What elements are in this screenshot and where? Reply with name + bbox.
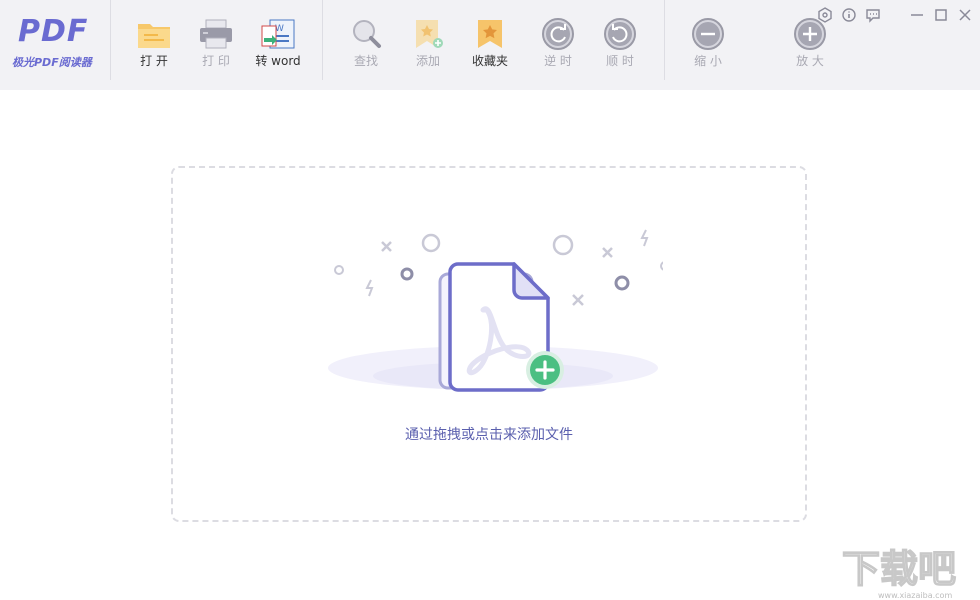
favorites-label: 收藏夹 [471,54,508,68]
bookmark-star-icon [478,20,502,48]
site-watermark: 下载吧 www.xiazaiba.com [841,546,956,600]
add-bookmark-button[interactable]: 添加 [400,16,456,76]
favorites-button[interactable]: 收藏夹 [462,16,518,76]
minimize-icon[interactable] [908,6,926,24]
file-drop-zone[interactable]: 通过拖拽或点击来添加文件 [171,166,807,522]
logo-mark: PDF [18,14,89,49]
watermark-text: 下载吧 [842,547,956,591]
toolbar-divider [322,0,323,80]
zoom-out-button[interactable]: 缩 小 [680,16,736,76]
rotate-ccw-icon [542,18,574,50]
zoom-in-button[interactable]: 放 大 [782,16,838,76]
rotate-cw-icon [604,18,636,50]
feedback-icon[interactable] [864,6,882,24]
print-label: 打 印 [202,54,230,68]
toolbar-divider [110,0,111,80]
to-word-button[interactable]: W 转 word [250,16,306,76]
info-icon[interactable] [840,6,858,24]
toolbar-divider [664,0,665,80]
folder-icon [138,24,170,48]
to-word-label: 转 word [255,54,301,68]
word-convert-icon: W [261,19,295,49]
rotate-ccw-button[interactable]: 逆 时 [530,16,586,76]
magnifier-icon [353,20,381,48]
zoom-out-label: 缩 小 [694,54,722,68]
toolbar: PDF 极光PDF阅读器 打 开 打 印 W 转 word 查找 添加 收藏夹 … [0,0,980,90]
app-logo: PDF 极光PDF阅读器 [10,14,102,74]
settings-icon[interactable] [816,6,834,24]
logo-name: 极光PDF阅读器 [12,56,92,69]
minus-circle-icon [692,18,724,50]
open-button[interactable]: 打 开 [126,16,182,76]
find-button[interactable]: 查找 [338,16,394,76]
add-file-illustration [328,229,663,392]
open-label: 打 开 [140,54,168,68]
watermark-url: www.xiazaiba.com [878,591,952,600]
drop-zone-hint: 通过拖拽或点击来添加文件 [405,427,573,443]
rotate-cw-button[interactable]: 顺 时 [592,16,648,76]
maximize-icon[interactable] [932,6,950,24]
rotate-ccw-label: 逆 时 [544,54,572,68]
add-bookmark-icon [416,20,443,48]
find-label: 查找 [353,54,378,68]
printer-icon [200,19,232,49]
close-icon[interactable] [956,6,974,24]
add-bookmark-label: 添加 [415,54,440,68]
rotate-cw-label: 顺 时 [606,54,634,68]
zoom-in-label: 放 大 [796,54,824,68]
print-button[interactable]: 打 印 [188,16,244,76]
